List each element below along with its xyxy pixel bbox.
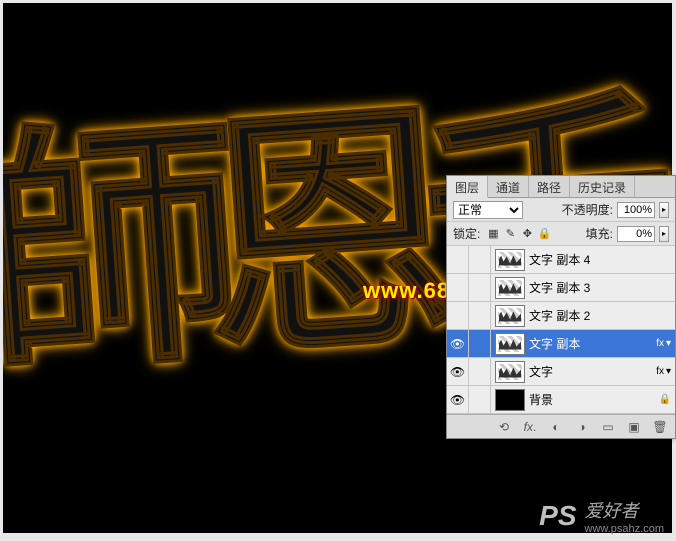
visibility-toggle[interactable]: [447, 358, 469, 386]
bottom-watermark: PS 爱好者 www.psahz.com: [539, 497, 664, 535]
visibility-toggle[interactable]: [447, 274, 469, 302]
layer-name: 文字 副本 3: [529, 279, 590, 296]
layer-row[interactable]: 文字 副本 3: [447, 274, 675, 302]
lock-label: 锁定:: [453, 225, 480, 242]
visibility-toggle[interactable]: [447, 330, 469, 358]
fill-dropdown-icon[interactable]: ▸: [659, 226, 669, 242]
panel-footer: ⟲ fx. ◐ ◑ ▭ ▣ 🗑: [447, 414, 675, 438]
lock-move-icon[interactable]: ✥: [520, 227, 534, 241]
blend-mode-select[interactable]: 正常: [453, 201, 523, 219]
lock-fill-row: 锁定: ▦ ✎ ✥ 🔒 填充: 0% ▸: [447, 222, 675, 246]
layers-panel: 图层 通道 路径 历史记录 正常 不透明度: 100% ▸ 锁定: ▦ ✎ ✥ …: [446, 175, 676, 439]
chevron-down-icon[interactable]: ▾: [666, 366, 671, 377]
mask-icon[interactable]: ◐: [547, 418, 565, 436]
fx-badge[interactable]: fx: [656, 338, 664, 349]
visibility-toggle[interactable]: [447, 386, 469, 414]
link-col[interactable]: [469, 358, 491, 386]
fx-badge[interactable]: fx: [656, 366, 664, 377]
tab-layers[interactable]: 图层: [447, 176, 488, 198]
layer-name: 文字: [529, 363, 553, 380]
tab-history[interactable]: 历史记录: [570, 176, 635, 197]
layer-thumbnail[interactable]: [495, 361, 525, 383]
link-col[interactable]: [469, 274, 491, 302]
layers-list: 文字 副本 4文字 副本 3文字 副本 2文字 副本fx▾文字fx▾背景🔒: [447, 246, 675, 414]
link-col[interactable]: [469, 386, 491, 414]
trash-icon[interactable]: 🗑: [651, 418, 669, 436]
lock-icon: 🔒: [659, 394, 671, 405]
watermark-cn: 爱好者: [585, 501, 639, 521]
layer-right: fx▾: [656, 338, 671, 349]
link-icon[interactable]: ⟲: [495, 418, 513, 436]
tab-paths[interactable]: 路径: [529, 176, 570, 197]
layer-thumbnail[interactable]: [495, 389, 525, 411]
lock-brush-icon[interactable]: ✎: [503, 227, 517, 241]
opacity-label: 不透明度:: [562, 201, 613, 218]
layer-row[interactable]: 文字 fx▾: [447, 358, 675, 386]
visibility-toggle[interactable]: [447, 246, 469, 274]
link-col[interactable]: [469, 246, 491, 274]
fx-icon[interactable]: fx.: [521, 418, 539, 436]
fill-value[interactable]: 0%: [617, 226, 655, 242]
opacity-value[interactable]: 100%: [617, 202, 655, 218]
link-col[interactable]: [469, 302, 491, 330]
lock-all-icon[interactable]: 🔒: [537, 227, 551, 241]
link-col[interactable]: [469, 330, 491, 358]
panel-tabs: 图层 通道 路径 历史记录: [447, 176, 675, 198]
layer-name: 文字 副本 4: [529, 251, 590, 268]
chevron-down-icon[interactable]: ▾: [666, 338, 671, 349]
layer-row[interactable]: 文字 副本 4: [447, 246, 675, 274]
lock-icons: ▦ ✎ ✥ 🔒: [486, 227, 551, 241]
layer-thumbnail[interactable]: [495, 333, 525, 355]
ps-logo: PS: [539, 500, 576, 532]
layer-thumbnail[interactable]: [495, 277, 525, 299]
blend-opacity-row: 正常 不透明度: 100% ▸: [447, 198, 675, 222]
watermark-psahz-url: www.psahz.com: [585, 523, 664, 535]
visibility-toggle[interactable]: [447, 302, 469, 330]
folder-icon[interactable]: ▭: [599, 418, 617, 436]
lock-transparent-icon[interactable]: ▦: [486, 227, 500, 241]
tab-channels[interactable]: 通道: [488, 176, 529, 197]
layer-row[interactable]: 文字 副本 fx▾: [447, 330, 675, 358]
layer-row[interactable]: 文字 副本 2: [447, 302, 675, 330]
layer-thumbnail[interactable]: [495, 249, 525, 271]
layer-thumbnail[interactable]: [495, 305, 525, 327]
new-icon[interactable]: ▣: [625, 418, 643, 436]
layer-name: 背景: [529, 391, 553, 408]
opacity-dropdown-icon[interactable]: ▸: [659, 202, 669, 218]
layer-name: 文字 副本 2: [529, 307, 590, 324]
adjust-icon[interactable]: ◑: [573, 418, 591, 436]
fill-label: 填充:: [586, 225, 613, 242]
layer-name: 文字 副本: [529, 335, 580, 352]
layer-right: fx▾: [656, 366, 671, 377]
layer-right: 🔒: [659, 394, 671, 405]
layer-row[interactable]: 背景 🔒: [447, 386, 675, 414]
